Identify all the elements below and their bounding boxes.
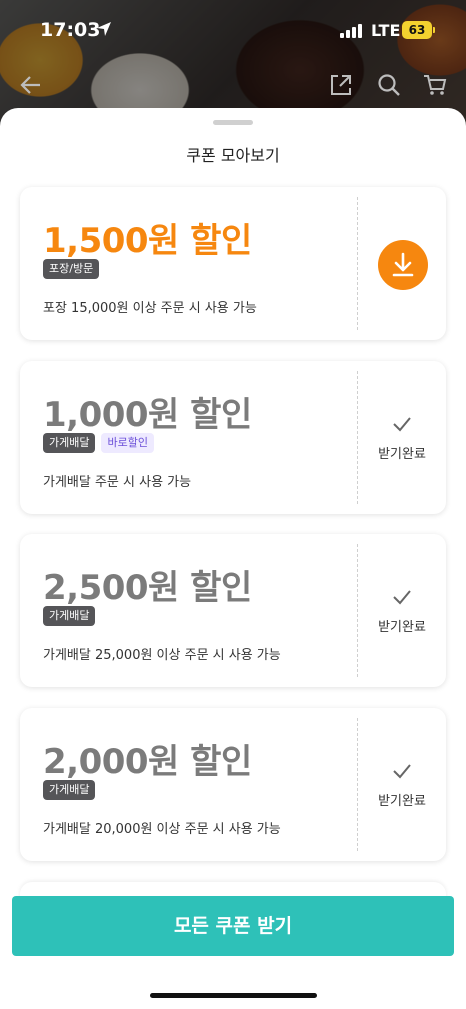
coupon-tags: 가게배달 [43,606,96,626]
sheet-drag-handle[interactable] [213,120,253,125]
get-all-coupons-button[interactable]: 모든 쿠폰 받기 [12,896,454,956]
download-coupon-button[interactable] [378,240,428,290]
received-label: 받기완료 [378,447,426,462]
coupon-tag: 가게배달 [43,606,96,626]
home-indicator[interactable] [150,993,317,998]
check-icon [393,764,411,779]
cellular-signal-icon [340,24,362,38]
received-status: 받기완료 [358,708,446,861]
share-icon[interactable] [328,72,354,98]
coupon-condition: 가게배달 25,000원 이상 주문 시 사용 가능 [43,648,281,663]
coupon-divider [357,197,358,330]
received-label: 받기완료 [378,794,426,809]
coupon-amount: 1,500원 할인 [43,221,252,261]
coupon-amount: 1,000원 할인 [43,395,252,435]
battery-icon: 63 [402,21,432,39]
coupon-amount: 2,000원 할인 [43,742,252,782]
coupon-amount: 2,500원 할인 [43,568,252,608]
coupon-card: 2,000원 할인 가게배달 가게배달 20,000원 이상 주문 시 사용 가… [20,708,446,861]
sheet-title: 쿠폰 모아보기 [186,146,280,165]
coupon-tags: 가게배달 바로할인 [43,433,154,453]
cart-icon[interactable] [422,72,448,98]
instant-discount-tag: 바로할인 [101,433,154,453]
coupon-card: 1,500원 할인 포장/방문 포장 15,000원 이상 주문 시 사용 가능 [20,187,446,340]
status-time: 17:03 [40,19,101,41]
coupon-card: 2,500원 할인 가게배달 가게배달 25,000원 이상 주문 시 사용 가… [20,534,446,687]
coupon-bottom-sheet: 쿠폰 모아보기 1,500원 할인 포장/방문 포장 15,000원 이상 주문… [0,108,466,1009]
search-icon[interactable] [376,72,402,98]
download-icon [392,252,414,277]
coupon-tag: 가게배달 [43,433,96,453]
received-status: 받기완료 [358,361,446,514]
network-type: LTE [371,21,401,40]
check-icon [393,417,411,432]
battery-level: 63 [408,23,426,37]
coupon-tags: 포장/방문 [43,259,100,279]
coupon-tag: 포장/방문 [43,259,100,279]
coupon-condition: 가게배달 20,000원 이상 주문 시 사용 가능 [43,822,281,837]
coupon-condition: 포장 15,000원 이상 주문 시 사용 가능 [43,301,257,316]
coupon-tags: 가게배달 [43,780,96,800]
received-status: 받기완료 [358,534,446,687]
received-label: 받기완료 [378,620,426,635]
location-arrow-icon [96,21,112,41]
check-icon [393,590,411,605]
status-bar: 17:03 LTE 63 [0,0,466,60]
coupon-tag: 가게배달 [43,780,96,800]
coupon-card: 1,000원 할인 가게배달 바로할인 가게배달 주문 시 사용 가능 받기완료 [20,361,446,514]
back-arrow-icon[interactable] [18,72,44,98]
battery-cap [433,27,435,33]
coupon-condition: 가게배달 주문 시 사용 가능 [43,475,192,490]
